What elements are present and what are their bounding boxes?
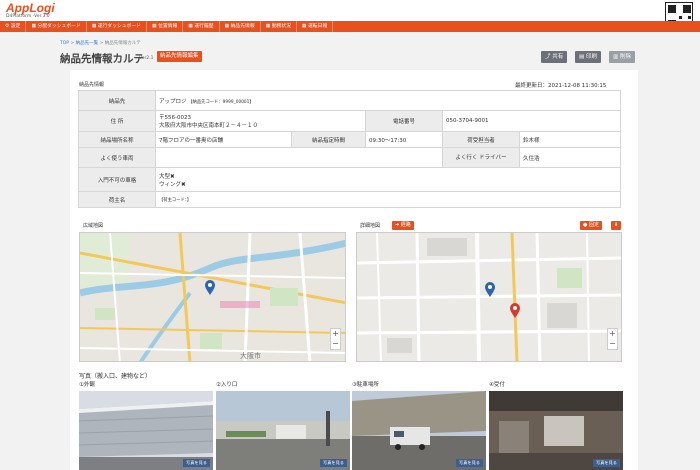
restrict-value: 大型✖ ウィング✖ <box>155 167 621 192</box>
shipper-label: 荷主名 <box>78 191 156 208</box>
page-title: 納品先情報カルテ <box>60 53 144 65</box>
photo-parking[interactable]: 写真を見る <box>352 391 486 470</box>
location-value: 7階フロアの一番奥の店舗 <box>155 131 292 148</box>
photo-label-exterior: ①外観 <box>79 382 95 388</box>
view-photo-button[interactable]: 写真を見る <box>183 459 210 467</box>
nav-item-daily-report[interactable]: ▦ 運転日報 <box>297 21 334 32</box>
info-table: 納品先 アップロジ 【納品先コード：9999_00001】 住 所 〒556-0… <box>78 90 621 208</box>
grid-icon: ▦ <box>224 24 230 29</box>
header-bar: AppLogi D4Platform -Ver.3.0 <box>0 0 700 21</box>
view-photo-button[interactable]: 写真を見る <box>320 459 347 467</box>
detail-zoom-control[interactable]: + − <box>607 328 618 350</box>
grid-icon: ▦ <box>301 24 307 29</box>
view-photo-button[interactable]: 写真を見る <box>593 459 620 467</box>
view-photo-button[interactable]: 写真を見る <box>456 459 483 467</box>
download-icon: ⬇ <box>614 222 619 228</box>
nav-item-work-status[interactable]: ▦ 勤務状況 <box>261 21 297 32</box>
photo-label-reception: ④受付 <box>489 382 505 388</box>
fix-button[interactable]: ● 固定 <box>580 221 602 230</box>
detail-map[interactable]: + − <box>356 232 622 362</box>
nav-item-allocation-dashboard[interactable]: ▦ 分配ダッシュボード <box>26 21 87 32</box>
info-section-label: 納品先情報 <box>79 82 105 88</box>
share-button[interactable]: ⤴ 共有 <box>541 51 568 63</box>
wide-map-label: 広域地図 <box>83 223 104 229</box>
customer-value: アップロジ 【納品先コード：9999_00001】 <box>155 90 621 111</box>
zoom-out-button[interactable]: − <box>331 339 340 349</box>
platform-version: D4Platform -Ver.3.0 <box>6 14 50 19</box>
map-pin-icon <box>485 282 495 297</box>
phone-label: 電話番号 <box>365 110 443 132</box>
customer-label: 納品先 <box>78 90 156 111</box>
time-label: 納品指定時間 <box>291 131 366 148</box>
zoom-out-button[interactable]: − <box>608 339 617 349</box>
trash-icon: ▥ <box>613 54 619 60</box>
breadcrumb-top[interactable]: TOP <box>60 41 69 46</box>
breadcrumb-current: 納品先情報カルテ <box>104 41 141 46</box>
route-button[interactable]: ➜ 経路 <box>392 221 414 230</box>
print-button[interactable]: ▤ 印刷 <box>575 51 601 63</box>
wide-map-graphic <box>80 233 345 361</box>
location-label: 納品場所名称 <box>78 131 156 148</box>
wide-zoom-control[interactable]: + − <box>330 328 341 350</box>
detail-map-label: 詳細地図 <box>360 223 381 229</box>
person-label: 荷受担当者 <box>442 131 520 148</box>
photo-entrance[interactable]: 写真を見る <box>216 391 350 470</box>
person-value: 鈴木様 <box>519 131 621 148</box>
pin-icon: ● <box>583 222 588 228</box>
nav-item-location[interactable]: ▦ 位置情報 <box>147 21 184 32</box>
gear-icon: ⚙ <box>5 24 10 29</box>
share-icon: ⤴ <box>545 54 551 60</box>
map-pin-icon <box>205 280 215 295</box>
photo-reception[interactable]: 写真を見る <box>489 391 623 470</box>
photo-section-label: 写真（搬入口、建物など） <box>79 373 152 380</box>
driver-label: よく行く ドライバー <box>442 147 520 168</box>
print-icon: ▤ <box>579 54 585 60</box>
vehicle-value <box>155 147 443 168</box>
wide-map[interactable]: 大阪市 + − <box>79 232 346 362</box>
zoom-in-button[interactable]: + <box>331 329 340 339</box>
zoom-in-button[interactable]: + <box>608 329 617 339</box>
main-nav: ⚙ 設定 ▦ 分配ダッシュボード ▦ 運行ダッシュボード ▦ 位置情報 ▦ 運行… <box>0 21 700 32</box>
map-pin-red-icon <box>510 303 520 318</box>
address-value: 〒556-0023 大阪府大阪市中央区南本町２－４－１０ <box>155 110 366 132</box>
photo-label-parking: ③駐車場所 <box>352 382 379 388</box>
shipper-value: 【荷主コード：】 <box>155 191 621 208</box>
nav-item-delivery-info[interactable]: ▦ 納品先情報 <box>220 21 261 32</box>
driver-value: 久住浩 <box>519 147 621 168</box>
grid-icon: ▦ <box>31 24 36 29</box>
edit-delivery-button[interactable]: 納品先情報編集 <box>157 51 202 62</box>
grid-icon: ▦ <box>265 24 271 29</box>
restrict-label: 入門不可の車格 <box>78 167 156 192</box>
address-label: 住 所 <box>78 110 156 132</box>
nav-item-settings[interactable]: ⚙ 設定 <box>0 21 27 32</box>
photo-label-entrance: ②入り口 <box>216 382 238 388</box>
arrow-icon: ➜ <box>395 222 400 228</box>
photo-exterior[interactable]: 写真を見る <box>79 391 213 470</box>
nav-item-operation-dashboard[interactable]: ▦ 運行ダッシュボード <box>87 21 147 32</box>
app-logo[interactable]: AppLogi <box>6 2 55 14</box>
map-place-label: 大阪市 <box>240 352 261 360</box>
grid-icon: ▦ <box>91 24 97 29</box>
version-label: Ver2.1 <box>139 56 154 61</box>
breadcrumb: TOP > 納品先一覧 > 納品先情報カルテ <box>60 41 141 46</box>
grid-icon: ▦ <box>188 24 193 29</box>
vehicle-label: よく使う車両 <box>78 147 156 168</box>
download-button[interactable]: ⬇ <box>611 221 621 230</box>
time-value: 09:30～17:30 <box>365 131 443 148</box>
updated-timestamp: 最終更新日：2021-12-08 11:30:15 <box>515 83 607 89</box>
breadcrumb-list[interactable]: 納品先一覧 <box>76 41 99 46</box>
grid-icon: ▦ <box>151 24 157 29</box>
phone-value: 050-3704-9001 <box>442 110 621 132</box>
delete-button[interactable]: ▥ 削除 <box>609 51 635 63</box>
nav-item-history[interactable]: ▦ 運行履歴 <box>183 21 220 32</box>
